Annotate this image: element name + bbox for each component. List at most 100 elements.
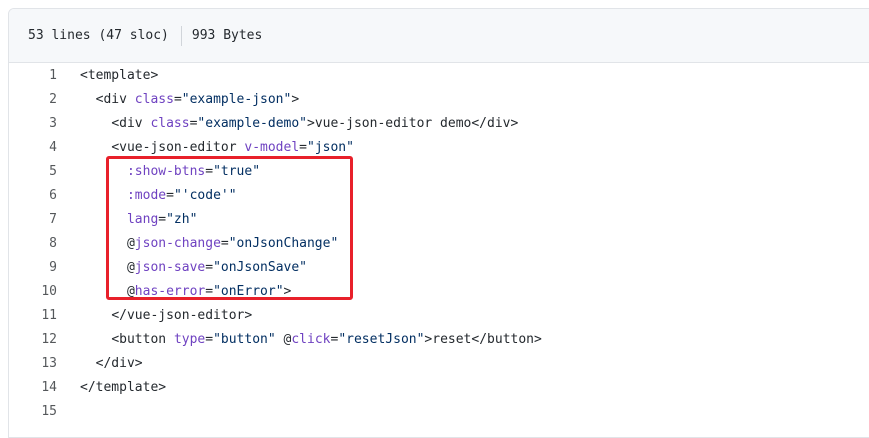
code-body: 1 <template> 2 <div class="example-json"> 3… bbox=[9, 63, 869, 424]
code-token: <button bbox=[111, 332, 174, 347]
code-line: 9 @json-save="onJsonSave" bbox=[9, 256, 869, 280]
code-token: @ bbox=[275, 332, 292, 347]
code-line: 5 :show-btns="true" bbox=[9, 160, 869, 184]
code-token: "zh" bbox=[166, 212, 198, 227]
code-line: 12 <button type="button" @click="resetJs… bbox=[9, 328, 869, 352]
code-token: = bbox=[205, 332, 214, 347]
code-line: 1 <template> bbox=[9, 64, 869, 88]
code-token: = bbox=[205, 260, 214, 275]
code-token: has-error bbox=[134, 284, 206, 299]
code-token: "json" bbox=[307, 140, 354, 155]
line-number[interactable]: 2 bbox=[9, 88, 57, 112]
file-lines-info: 53 lines (47 sloc) bbox=[28, 28, 169, 43]
code-line-content: <template> bbox=[57, 64, 158, 88]
code-token: v-model bbox=[244, 140, 300, 155]
code-token: >vue-json-editor demo</div> bbox=[307, 116, 519, 131]
line-number[interactable]: 14 bbox=[9, 376, 57, 400]
code-line-content: </div> bbox=[57, 352, 143, 376]
code-line-content: :mode="'code'" bbox=[57, 184, 237, 208]
code-token: class bbox=[134, 92, 174, 107]
code-token: "onJsonSave" bbox=[213, 260, 307, 275]
code-token: :mode bbox=[126, 188, 167, 203]
line-number[interactable]: 7 bbox=[9, 208, 57, 232]
code-token: > bbox=[283, 284, 292, 299]
code-token: = bbox=[166, 188, 174, 203]
code-token: > bbox=[291, 92, 300, 107]
code-token: = bbox=[220, 236, 229, 251]
code-token: type bbox=[173, 332, 206, 347]
code-token: "true" bbox=[213, 164, 261, 179]
code-token: = bbox=[158, 212, 167, 227]
line-number[interactable]: 3 bbox=[9, 112, 57, 136]
code-token: :show-btns bbox=[126, 164, 206, 179]
code-token: "resetJson" bbox=[338, 332, 425, 347]
code-token: json-change bbox=[134, 236, 221, 251]
code-line: 6 :mode="'code'" bbox=[9, 184, 869, 208]
code-token: @ bbox=[126, 284, 135, 299]
code-token: @ bbox=[126, 236, 135, 251]
line-number[interactable]: 11 bbox=[9, 304, 57, 328]
code-line-content: <div class="example-demo">vue-json-edito… bbox=[57, 112, 518, 136]
line-number[interactable]: 10 bbox=[9, 280, 57, 304]
code-line: 11 </vue-json-editor> bbox=[9, 304, 869, 328]
line-number[interactable]: 13 bbox=[9, 352, 57, 376]
line-number[interactable]: 5 bbox=[9, 160, 57, 184]
code-line-content: </template> bbox=[57, 376, 166, 400]
code-line: 2 <div class="example-json"> bbox=[9, 88, 869, 112]
code-line-content: lang="zh" bbox=[57, 208, 197, 232]
code-token: </template> bbox=[80, 380, 167, 395]
code-line: 14 </template> bbox=[9, 376, 869, 400]
code-line: 8 @json-change="onJsonChange" bbox=[9, 232, 869, 256]
code-token: json-save bbox=[134, 260, 206, 275]
code-token: = bbox=[205, 164, 214, 179]
code-line: 3 <div class="example-demo">vue-json-edi… bbox=[9, 112, 869, 136]
code-token: click bbox=[291, 332, 331, 347]
code-token: <div bbox=[111, 116, 151, 131]
code-token: <vue-json-editor bbox=[111, 140, 245, 155]
code-line: 13 </div> bbox=[9, 352, 869, 376]
line-number[interactable]: 4 bbox=[9, 136, 57, 160]
file-header: 53 lines (47 sloc) 993 Bytes bbox=[9, 9, 869, 63]
code-line-content: <div class="example-json"> bbox=[57, 88, 300, 112]
file-size-info: 993 Bytes bbox=[191, 28, 263, 43]
line-number[interactable]: 6 bbox=[9, 184, 57, 208]
code-line-content: :show-btns="true" bbox=[57, 160, 260, 184]
code-token: = bbox=[299, 140, 307, 155]
line-number[interactable]: 9 bbox=[9, 256, 57, 280]
code-line: 10 @has-error="onError"> bbox=[9, 280, 869, 304]
code-line: 4 <vue-json-editor v-model="json" bbox=[9, 136, 869, 160]
code-token: <template> bbox=[80, 68, 159, 83]
line-number[interactable]: 1 bbox=[9, 64, 57, 88]
code-token: "onError" bbox=[213, 284, 284, 299]
code-token: "'code'" bbox=[173, 188, 237, 203]
code-token: <div bbox=[95, 92, 135, 107]
code-file-viewer: 53 lines (47 sloc) 993 Bytes 1 <template>… bbox=[8, 8, 869, 438]
line-number[interactable]: 8 bbox=[9, 232, 57, 256]
line-number[interactable]: 15 bbox=[9, 400, 57, 424]
code-token: = bbox=[205, 284, 214, 299]
code-line-content: <vue-json-editor v-model="json" bbox=[57, 136, 354, 160]
code-token: class bbox=[150, 116, 190, 131]
code-token: >reset</button> bbox=[424, 332, 542, 347]
code-token: </vue-json-editor> bbox=[111, 308, 253, 323]
code-token: lang bbox=[126, 212, 159, 227]
line-number[interactable]: 12 bbox=[9, 328, 57, 352]
code-token: "example-demo" bbox=[197, 116, 307, 131]
code-token: "example-json" bbox=[181, 92, 292, 107]
code-line-content: @json-save="onJsonSave" bbox=[57, 256, 307, 280]
code-token: @ bbox=[126, 260, 135, 275]
code-line: 7 lang="zh" bbox=[9, 208, 869, 232]
code-token: = bbox=[173, 92, 182, 107]
code-token: </div> bbox=[95, 356, 143, 371]
